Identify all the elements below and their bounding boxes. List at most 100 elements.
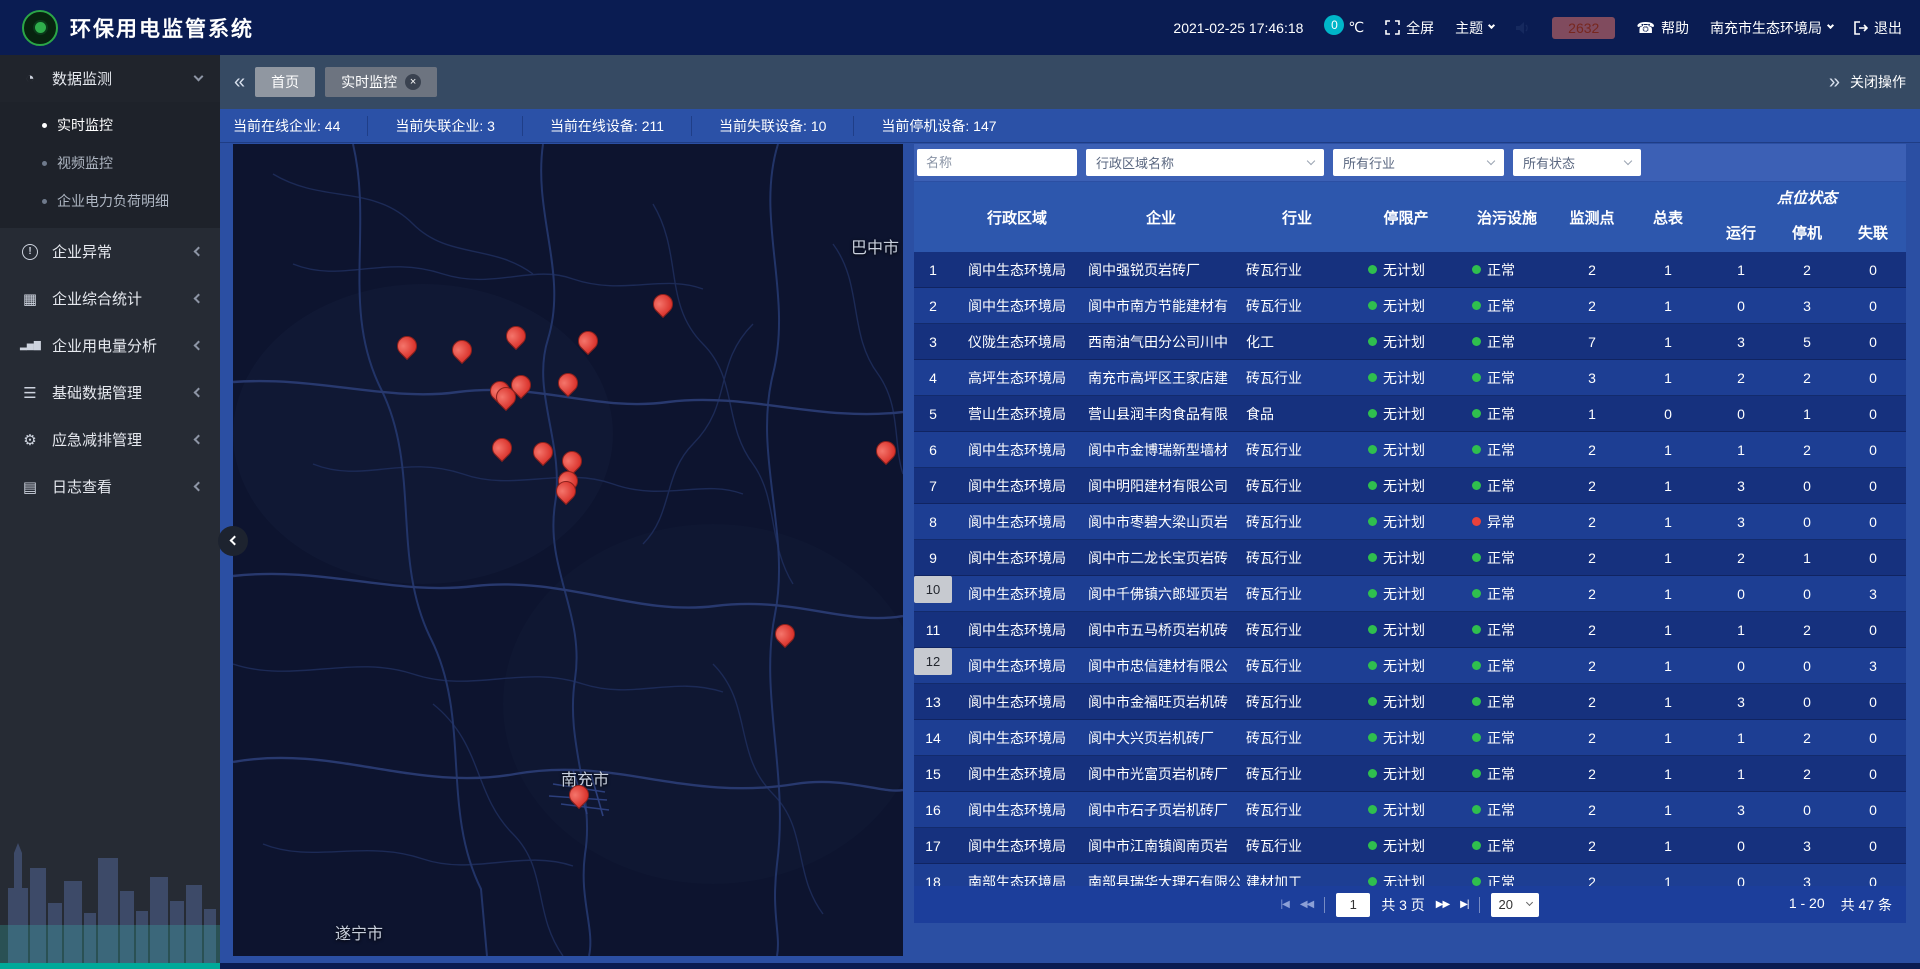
cell-facility-status: 正常 bbox=[1458, 468, 1556, 503]
sidebar-item[interactable]: ◔数据监测 bbox=[0, 55, 220, 102]
page-number-input[interactable] bbox=[1336, 893, 1370, 917]
cell-region: 南部生态环境局 bbox=[952, 864, 1082, 886]
cell-company: 营山县润丰肉食品有限 bbox=[1082, 396, 1240, 431]
table-row[interactable]: 5营山生态环境局营山县润丰肉食品有限食品无计划正常10010 bbox=[914, 396, 1906, 432]
close-tab-icon[interactable]: × bbox=[405, 74, 421, 90]
cell-industry: 砖瓦行业 bbox=[1240, 720, 1354, 755]
sidebar-item-label: 日志查看 bbox=[52, 476, 112, 497]
close-operations-button[interactable]: 关闭操作 bbox=[1850, 72, 1906, 92]
fullscreen-button[interactable]: 全屏 bbox=[1385, 18, 1434, 38]
tabs-scroll-right-icon[interactable]: » bbox=[1829, 72, 1840, 92]
cell-facility-status: 正常 bbox=[1458, 720, 1556, 755]
cell-total-meters: 1 bbox=[1628, 324, 1708, 359]
sidebar-item[interactable]: ☰基础数据管理 bbox=[0, 369, 220, 416]
cell-index: 11 bbox=[914, 612, 952, 647]
cell-limit-status: 无计划 bbox=[1354, 504, 1458, 539]
next-page-button[interactable]: ▶▶ bbox=[1436, 899, 1449, 910]
table-row[interactable]: 14阆中生态环境局阆中大兴页岩机砖厂砖瓦行业无计划正常21120 bbox=[914, 720, 1906, 756]
tabs-scroll-left-icon[interactable]: « bbox=[234, 72, 245, 92]
sidebar-item[interactable]: ▤日志查看 bbox=[0, 463, 220, 510]
cell-index: 10 bbox=[914, 576, 952, 603]
first-page-button[interactable]: |◀ bbox=[1281, 899, 1289, 910]
status-dot-icon bbox=[1472, 733, 1481, 742]
city-skyline-decoration bbox=[0, 793, 220, 963]
cell-industry: 砖瓦行业 bbox=[1240, 288, 1354, 323]
map-collapse-button[interactable] bbox=[218, 526, 248, 556]
last-page-button[interactable]: ▶| bbox=[1460, 899, 1468, 910]
table-row[interactable]: 17阆中生态环境局阆中市江南镇阆南页岩砖瓦行业无计划正常21030 bbox=[914, 828, 1906, 864]
cell-running: 2 bbox=[1708, 540, 1774, 575]
cell-total-meters: 1 bbox=[1628, 252, 1708, 287]
status-select[interactable]: 所有状态 bbox=[1513, 149, 1641, 176]
cell-industry: 砖瓦行业 bbox=[1240, 432, 1354, 467]
table-row[interactable]: 18南部生态环境局南部县瑞华大理石有限公建材加工无计划正常21030 bbox=[914, 864, 1906, 886]
sidebar-item[interactable]: !企业异常 bbox=[0, 228, 220, 275]
chevron-down-icon bbox=[1827, 22, 1834, 29]
tab-label: 首页 bbox=[271, 72, 299, 92]
table-row[interactable]: 2阆中生态环境局阆中市南方节能建材有砖瓦行业无计划正常21030 bbox=[914, 288, 1906, 324]
status-dot-icon bbox=[1472, 301, 1481, 310]
sidebar-subitem[interactable]: 企业电力负荷明细 bbox=[0, 182, 220, 220]
help-button[interactable]: ☎ 帮助 bbox=[1636, 18, 1689, 38]
cell-monitor-points: 3 bbox=[1556, 360, 1628, 395]
industry-select[interactable]: 所有行业 bbox=[1333, 149, 1504, 176]
cell-monitor-points: 2 bbox=[1556, 864, 1628, 886]
cell-limit-status: 无计划 bbox=[1354, 396, 1458, 431]
table-row[interactable]: 4高坪生态环境局南充市高坪区王家店建砖瓦行业无计划正常31220 bbox=[914, 360, 1906, 396]
cell-industry: 食品 bbox=[1240, 396, 1354, 431]
cell-index: 1 bbox=[914, 252, 952, 287]
name-filter-input[interactable] bbox=[917, 149, 1077, 176]
table-row[interactable]: 15阆中生态环境局阆中市光富页岩机砖厂砖瓦行业无计划正常21120 bbox=[914, 756, 1906, 792]
table-row[interactable]: 10阆中生态环境局阆中千佛镇六郎垭页岩砖瓦行业无计划正常21003 bbox=[914, 576, 1906, 612]
sidebar-subitem[interactable]: 视频监控 bbox=[0, 144, 220, 182]
sidebar-item[interactable]: ▦企业综合统计 bbox=[0, 275, 220, 322]
tab-home[interactable]: 首页 bbox=[255, 67, 315, 97]
table-body: 1阆中生态环境局阆中强锐页岩砖厂砖瓦行业无计划正常211202阆中生态环境局阆中… bbox=[914, 252, 1906, 886]
status-dot-icon bbox=[1368, 337, 1377, 346]
status-dot-icon bbox=[1472, 265, 1481, 274]
table-row[interactable]: 13阆中生态环境局阆中市金福旺页岩机砖砖瓦行业无计划正常21300 bbox=[914, 684, 1906, 720]
cell-total-meters: 1 bbox=[1628, 720, 1708, 755]
cell-running: 3 bbox=[1708, 792, 1774, 827]
alarm-count-badge[interactable]: 2632 bbox=[1552, 17, 1615, 39]
table-row[interactable]: 3仪陇生态环境局西南油气田分公司川中化工无计划正常71350 bbox=[914, 324, 1906, 360]
cell-stopped: 1 bbox=[1774, 396, 1840, 431]
org-name-label: 南充市生态环境局 bbox=[1710, 18, 1822, 38]
table-row[interactable]: 8阆中生态环境局阆中市枣碧大梁山页岩砖瓦行业无计划异常21300 bbox=[914, 504, 1906, 540]
prev-page-button[interactable]: ◀◀ bbox=[1300, 899, 1313, 910]
region-select[interactable]: 行政区域名称 bbox=[1086, 149, 1324, 176]
fullscreen-icon bbox=[1385, 20, 1400, 35]
table-row[interactable]: 12阆中生态环境局阆中市忠信建材有限公砖瓦行业无计划正常21003 bbox=[914, 648, 1906, 684]
cell-offline: 0 bbox=[1840, 864, 1906, 886]
sidebar-item[interactable]: ▂▅▇企业用电量分析 bbox=[0, 322, 220, 369]
status-dot-icon bbox=[1472, 877, 1481, 886]
sidebar-subitem[interactable]: 实时监控 bbox=[0, 106, 220, 144]
temperature-badge: 0 bbox=[1324, 15, 1344, 35]
cell-total-meters: 1 bbox=[1628, 432, 1708, 467]
col-header-region: 行政区域 bbox=[952, 182, 1082, 252]
sidebar-item[interactable]: ⚙应急减排管理 bbox=[0, 416, 220, 463]
cell-limit-status: 无计划 bbox=[1354, 576, 1458, 611]
speaker-button[interactable] bbox=[1515, 21, 1531, 35]
cell-index: 3 bbox=[914, 324, 952, 359]
page-size-select[interactable]: 20 bbox=[1491, 893, 1539, 917]
map-city-label: 遂宁市 bbox=[335, 920, 383, 944]
table-row[interactable]: 1阆中生态环境局阆中强锐页岩砖厂砖瓦行业无计划正常21120 bbox=[914, 252, 1906, 288]
cell-running: 1 bbox=[1708, 252, 1774, 287]
status-dot-icon bbox=[1472, 373, 1481, 382]
cell-offline: 0 bbox=[1840, 540, 1906, 575]
table-row[interactable]: 7阆中生态环境局阆中明阳建材有限公司砖瓦行业无计划正常21300 bbox=[914, 468, 1906, 504]
table-row[interactable]: 6阆中生态环境局阆中市金博瑞新型墙材砖瓦行业无计划正常21120 bbox=[914, 432, 1906, 468]
chevron-left-icon bbox=[194, 435, 204, 445]
org-dropdown[interactable]: 南充市生态环境局 bbox=[1710, 18, 1833, 38]
filter-bar: 行政区域名称 所有行业 所有状态 bbox=[914, 144, 1906, 181]
map-panel[interactable]: 巴中市南充市遂宁市 bbox=[233, 144, 903, 956]
cell-index: 12 bbox=[914, 648, 952, 675]
table-row[interactable]: 11阆中生态环境局阆中市五马桥页岩机砖砖瓦行业无计划正常21120 bbox=[914, 612, 1906, 648]
theme-dropdown[interactable]: 主题 bbox=[1455, 18, 1494, 38]
table-row[interactable]: 9阆中生态环境局阆中市二龙长宝页岩砖砖瓦行业无计划正常21210 bbox=[914, 540, 1906, 576]
tab-realtime-monitor[interactable]: 实时监控 × bbox=[325, 67, 437, 97]
cell-industry: 砖瓦行业 bbox=[1240, 792, 1354, 827]
table-row[interactable]: 16阆中生态环境局阆中市石子页岩机砖厂砖瓦行业无计划正常21300 bbox=[914, 792, 1906, 828]
logout-button[interactable]: 退出 bbox=[1854, 18, 1902, 38]
